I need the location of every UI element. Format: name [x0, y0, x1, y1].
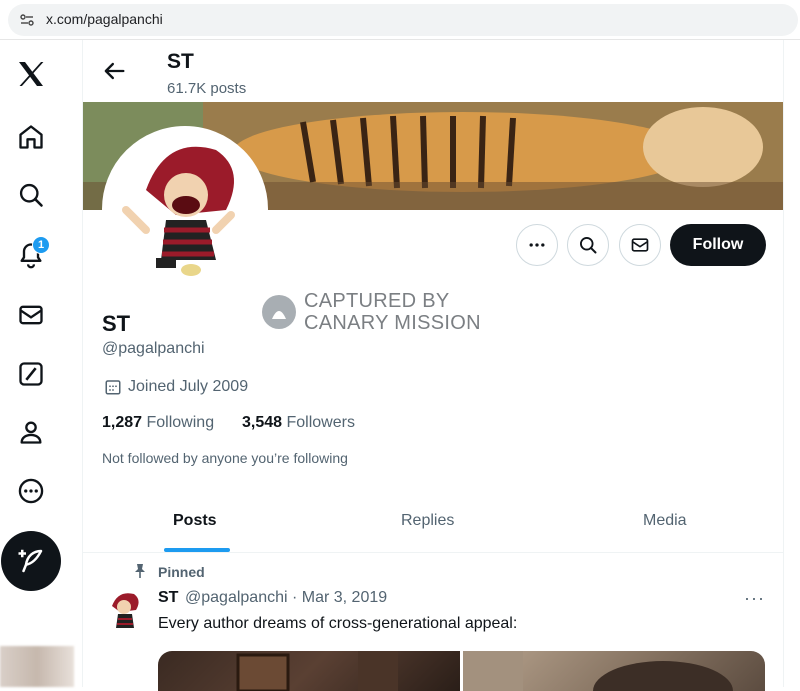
profile-handle: @pagalpanchi [102, 340, 205, 357]
tab-replies[interactable]: Replies [401, 512, 454, 530]
profile-person-icon[interactable] [12, 413, 50, 451]
feather-plus-icon [18, 549, 43, 573]
followers-label: Followers [286, 414, 355, 431]
envelope-icon [631, 238, 649, 252]
message-button[interactable] [619, 224, 661, 266]
watermark-logo [262, 295, 296, 329]
post-author-name[interactable]: ST [158, 589, 178, 607]
back-arrow-icon[interactable] [100, 57, 128, 85]
search-icon [580, 237, 597, 254]
following-count: 1,287 [102, 414, 143, 431]
home-icon[interactable] [12, 118, 50, 156]
header-post-count: 61.7K posts [167, 80, 247, 97]
post-media-image[interactable] [463, 651, 765, 691]
divider [83, 552, 783, 553]
site-info-icon[interactable] [18, 11, 36, 29]
pinned-label: Pinned [158, 564, 205, 580]
post-author-avatar[interactable] [102, 588, 146, 632]
post-text: Every author dreams of cross-generationa… [158, 615, 518, 632]
header-title: ST [167, 50, 194, 73]
following-link[interactable]: 1,287 Following [102, 414, 214, 432]
grok-icon[interactable] [12, 355, 50, 393]
followers-link[interactable]: 3,548 Followers [242, 414, 355, 432]
follow-button[interactable]: Follow [670, 224, 766, 266]
url-text[interactable]: x.com/pagalpanchi [46, 11, 163, 27]
watermark-text: CAPTURED BY [304, 290, 450, 312]
post-media-image[interactable] [158, 651, 460, 691]
account-avatar[interactable] [0, 646, 74, 687]
post-handle-date[interactable]: @pagalpanchi · Mar 3, 2019 [185, 589, 387, 607]
pin-icon [135, 564, 145, 578]
compose-post-button[interactable] [1, 531, 61, 591]
ellipsis-icon [529, 243, 545, 247]
cartoon-character-image [106, 130, 264, 288]
search-icon[interactable] [12, 176, 50, 214]
followers-count: 3,548 [242, 414, 283, 431]
x-logo-icon[interactable] [12, 55, 50, 93]
following-label: Following [146, 414, 215, 431]
more-options-button[interactable] [516, 224, 558, 266]
profile-avatar[interactable] [102, 126, 268, 292]
browser-toolbar: x.com/pagalpanchi [0, 0, 800, 40]
messages-envelope-icon[interactable] [12, 296, 50, 334]
calendar-icon [105, 380, 121, 395]
notification-badge: 1 [32, 236, 50, 254]
more-circle-icon[interactable] [12, 472, 50, 510]
post-more-button[interactable]: ··· [744, 588, 765, 609]
column-divider [783, 40, 784, 687]
profile-display-name: ST [102, 311, 131, 336]
watermark-text: CANARY MISSION [304, 312, 481, 334]
tab-media[interactable]: Media [643, 512, 687, 530]
mutual-followers-note: Not followed by anyone you’re following [102, 450, 348, 466]
search-profile-button[interactable] [567, 224, 609, 266]
tab-posts[interactable]: Posts [173, 512, 217, 530]
joined-date: Joined July 2009 [128, 378, 249, 395]
